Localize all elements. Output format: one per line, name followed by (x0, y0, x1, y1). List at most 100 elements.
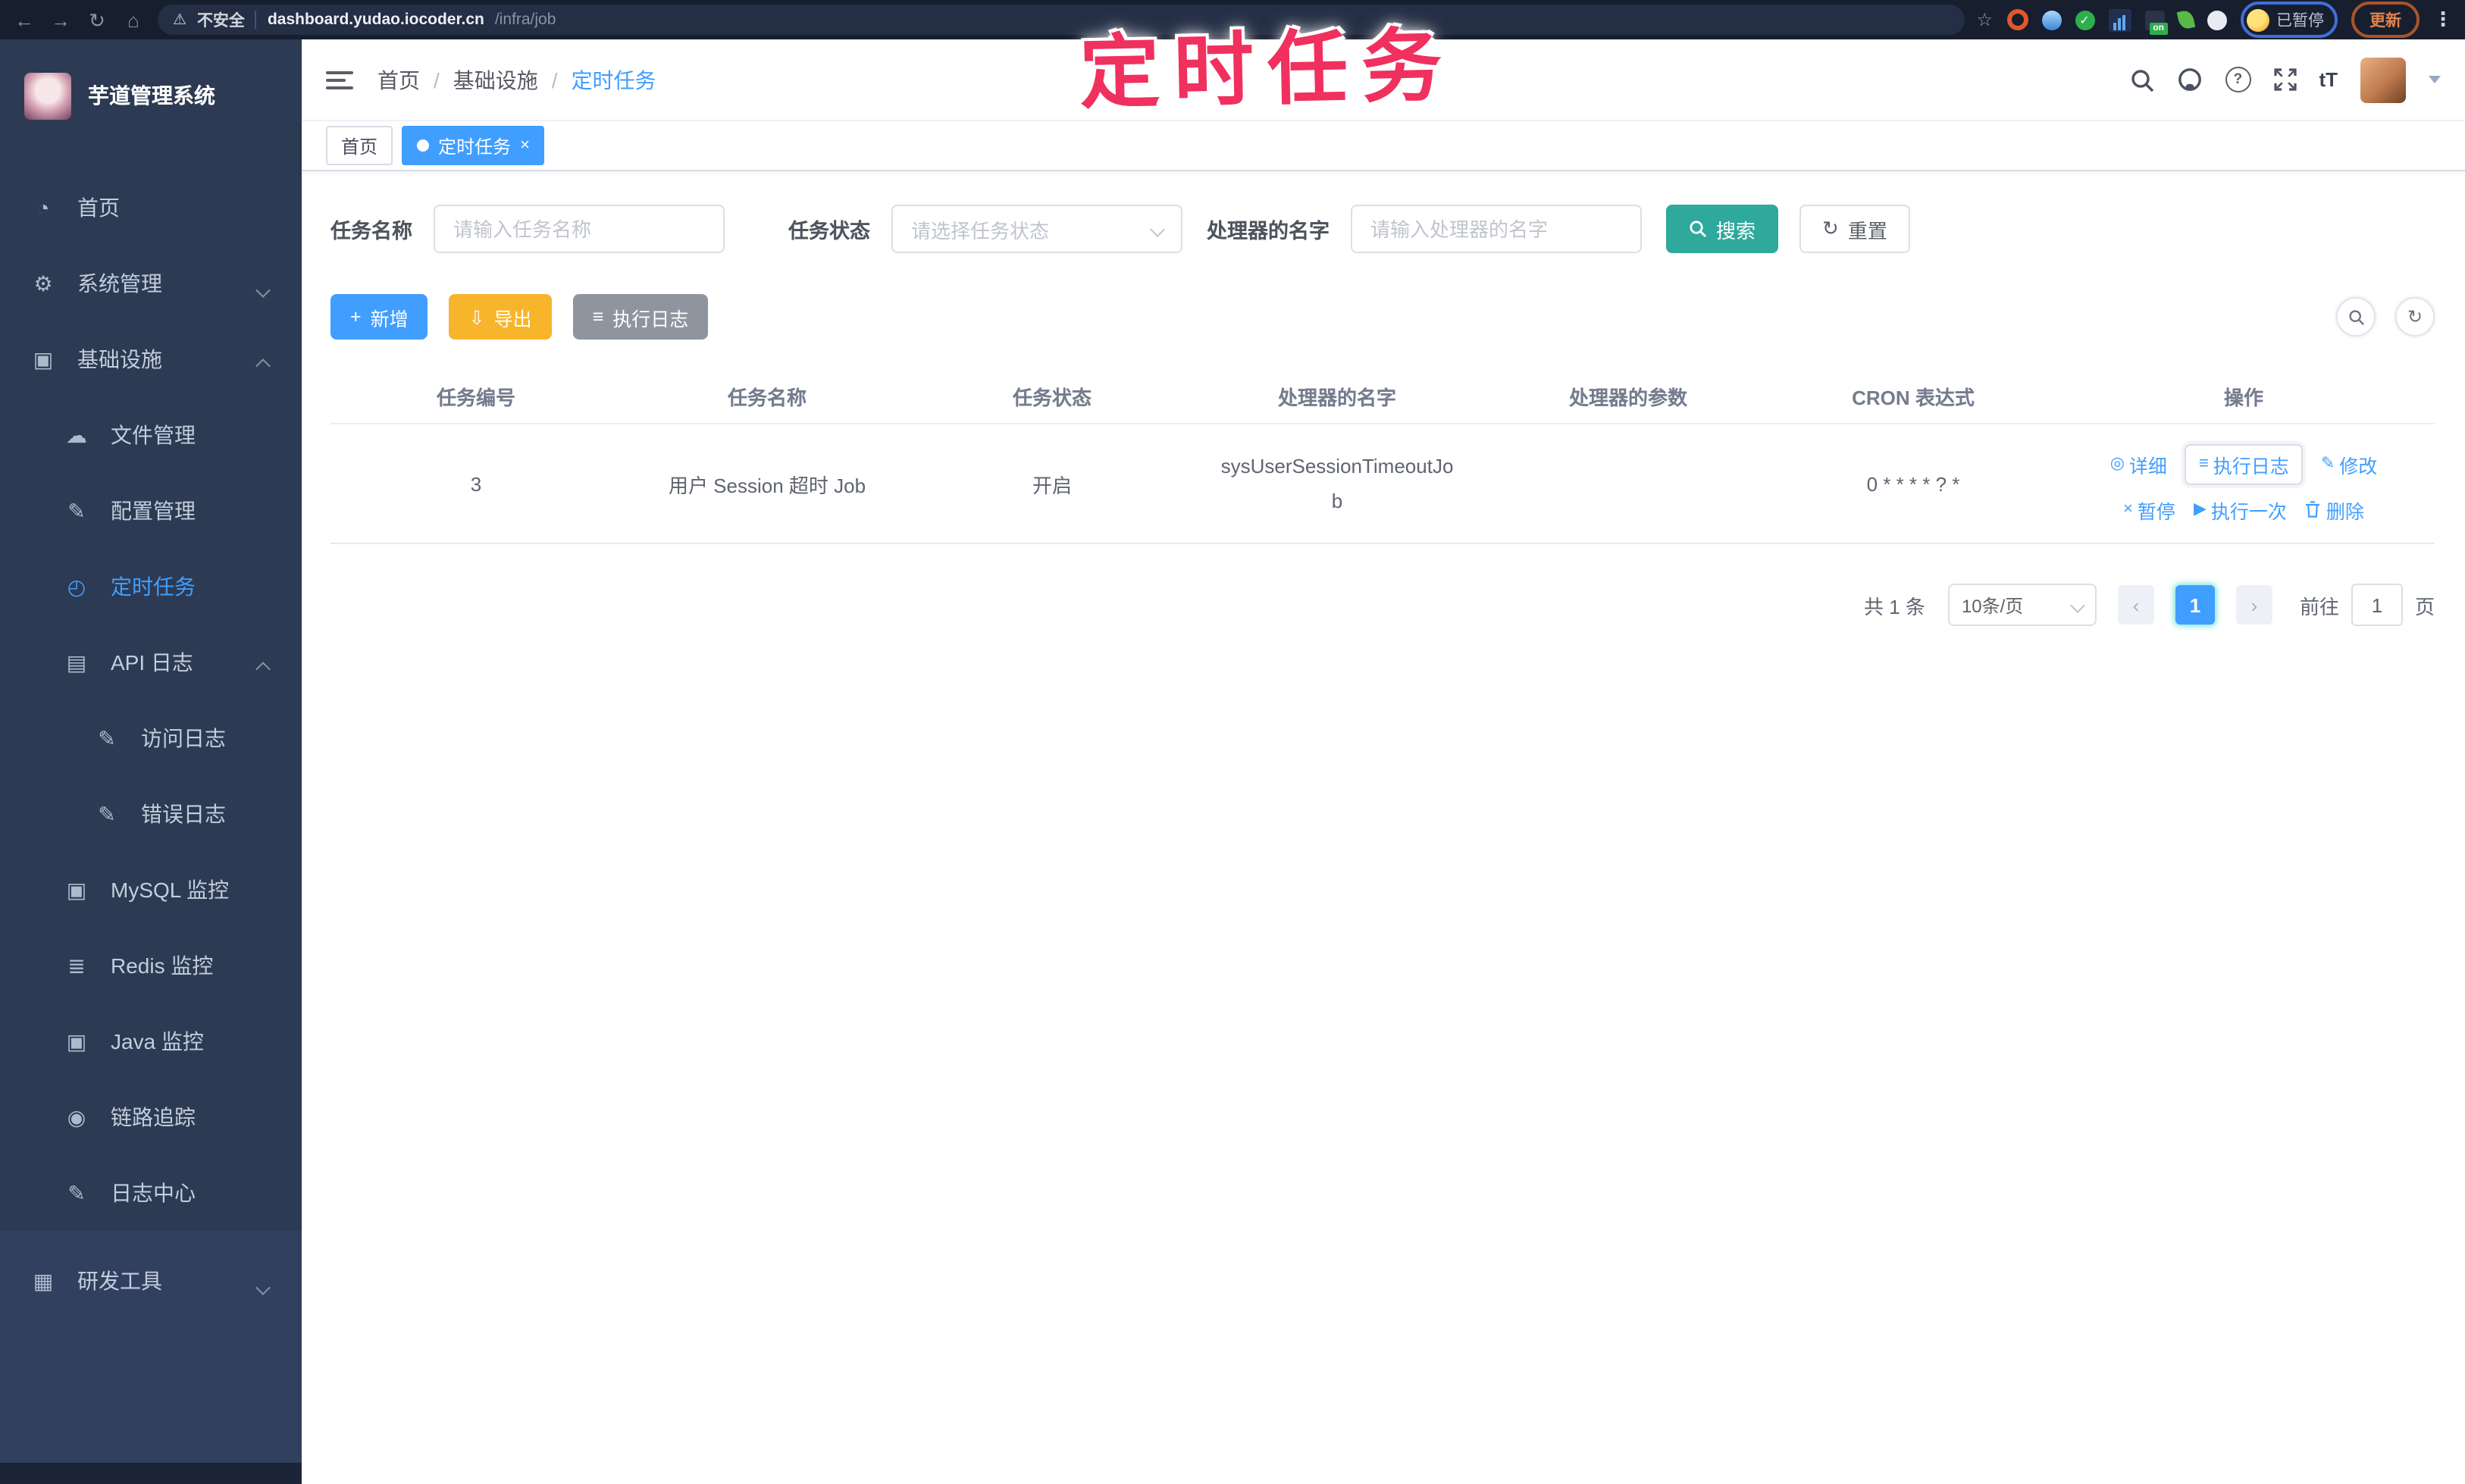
goto-page-input[interactable] (2351, 584, 2403, 626)
trash-icon (2306, 501, 2320, 518)
extensions-puzzle-icon[interactable] (2207, 10, 2226, 30)
avatar-caret-down-icon[interactable] (2429, 76, 2441, 83)
profile-paused-badge[interactable]: 已暂停 (2240, 2, 2338, 38)
run-once-link[interactable]: ▶ 执行一次 (2194, 495, 2287, 524)
extension-chart-icon[interactable] (2108, 8, 2131, 31)
browser-forward-icon[interactable]: → (49, 10, 73, 30)
sidebar-item-home[interactable]: ◔ 首页 (0, 170, 302, 246)
sidebar-item-label: 链路追踪 (111, 1105, 196, 1129)
sidebar-item-mysql-monitor[interactable]: ▣ MySQL 监控 (0, 852, 302, 928)
active-tag-dot (417, 139, 430, 152)
list-icon: ≡ (2198, 454, 2209, 472)
browser-menu-kebab-icon[interactable]: ⋮ (2433, 8, 2453, 32)
export-button[interactable]: ⇩ 导出 (449, 294, 552, 340)
sidebar-item-infra[interactable]: ▣ 基础设施 (0, 321, 302, 397)
extension-blue-drop-icon[interactable] (2041, 10, 2061, 30)
breadcrumb-infra[interactable]: 基础设施 (453, 64, 538, 95)
address-bar[interactable]: ⚠ 不安全 dashboard.yudao.iocoder.cn /infra/… (158, 5, 1965, 35)
edit-link[interactable]: ✎ 修改 (2321, 449, 2377, 478)
sidebar-item-api-log[interactable]: ▤ API 日志 (0, 625, 302, 700)
bookmark-star-icon[interactable]: ☆ (1976, 9, 1993, 30)
sidebar-item-tracing[interactable]: ◉ 链路追踪 (0, 1079, 302, 1155)
sidebar-item-dev-tools[interactable]: ▦ 研发工具 (0, 1243, 302, 1319)
github-icon[interactable] (2176, 67, 2202, 92)
prev-page-button[interactable]: ‹ (2117, 585, 2154, 625)
font-size-icon[interactable]: tT (2319, 68, 2338, 91)
help-icon[interactable]: ? (2225, 67, 2251, 92)
page-size-select[interactable]: 10条/页 (1947, 584, 2097, 626)
sidebar-item-label: 文件管理 (111, 423, 196, 447)
tags-view-bar: 首页 定时任务 × (302, 121, 2465, 171)
search-button-icon (1690, 221, 1706, 237)
not-secure-warning-icon: ⚠ (173, 11, 186, 28)
profile-emoji-avatar (2246, 8, 2269, 31)
dashboard-icon: ◔ (36, 196, 50, 220)
sidebar-footer-strip (0, 1463, 302, 1484)
top-navbar: 首页 / 基础设施 / 定时任务 ? tT (302, 39, 2465, 121)
edit-icon: ✎ (98, 801, 116, 825)
select-caret-icon (2070, 597, 2085, 612)
browser-reload-icon[interactable]: ↻ (85, 10, 109, 30)
sidebar-item-config-manage[interactable]: ✎ 配置管理 (0, 473, 302, 549)
extension-green-check-icon[interactable]: ✓ (2075, 10, 2094, 30)
list-icon: ≡ (592, 306, 604, 327)
next-page-button[interactable]: › (2235, 585, 2272, 625)
sidebar-item-java-monitor[interactable]: ▣ Java 监控 (0, 1003, 302, 1079)
eye-icon: ◉ (67, 1104, 86, 1129)
reset-refresh-icon: ↻ (1822, 217, 1839, 240)
plus-icon: + (350, 306, 362, 327)
browser-back-icon[interactable]: ← (12, 10, 36, 30)
breadcrumb: 首页 / 基础设施 / 定时任务 (377, 64, 656, 95)
search-button[interactable]: 搜索 (1666, 205, 1779, 253)
gear-icon: ⚙ (33, 271, 53, 295)
toggle-search-button[interactable] (2336, 297, 2376, 337)
sidebar-item-error-log[interactable]: ✎ 错误日志 (0, 776, 302, 852)
row-job-log-link[interactable]: ≡ 执行日志 (2185, 443, 2303, 484)
sidebar-item-log-center[interactable]: ✎ 日志中心 (0, 1155, 302, 1231)
search-icon[interactable] (2129, 67, 2153, 92)
sidebar-item-label: MySQL 监控 (111, 878, 230, 902)
sidebar-item-label: 日志中心 (111, 1181, 196, 1205)
extension-leaf-icon[interactable] (2175, 9, 2195, 30)
sidebar-item-file-manage[interactable]: ☁ 文件管理 (0, 397, 302, 473)
extension-on-badge-icon[interactable]: on (2144, 10, 2167, 34)
app-logo[interactable]: 芋道管理系统 (0, 39, 302, 146)
sidebar-item-label: 研发工具 (77, 1269, 162, 1293)
sidebar-item-access-log[interactable]: ✎ 访问日志 (0, 700, 302, 776)
refresh-table-button[interactable]: ↻ (2395, 297, 2435, 337)
eye-icon: ◎ (2110, 454, 2125, 472)
log-icon: ▤ (66, 650, 87, 674)
sidebar-collapse-icon[interactable] (326, 70, 353, 89)
cell-actions: ◎ 详细 ≡ 执行日志 ✎ 修改 × 暂停 ▶ 执行一次 删除 (2053, 443, 2435, 524)
sidebar-item-label: 首页 (77, 196, 120, 220)
breadcrumb-home[interactable]: 首页 (377, 64, 420, 95)
fullscreen-icon[interactable] (2273, 68, 2297, 91)
browser-home-icon[interactable]: ⌂ (121, 10, 146, 30)
handler-name-input[interactable] (1351, 205, 1642, 253)
tag-close-icon[interactable]: × (520, 136, 530, 154)
col-job-id: 任务编号 (436, 386, 515, 409)
screen: ← → ↻ ⌂ ⚠ 不安全 dashboard.yudao.iocoder.cn… (0, 0, 2465, 1484)
url-path: /infra/job (494, 11, 556, 29)
add-button[interactable]: + 新增 (330, 294, 428, 340)
job-log-button[interactable]: ≡ 执行日志 (572, 294, 709, 340)
browser-update-button[interactable]: 更新 (2351, 2, 2420, 38)
page-1-button[interactable]: 1 (2175, 585, 2215, 625)
tag-home[interactable]: 首页 (326, 126, 393, 165)
extension-orange-ring-icon[interactable] (2006, 9, 2028, 30)
sidebar-item-redis-monitor[interactable]: ≣ Redis 监控 (0, 928, 302, 1003)
monitor-icon: ▣ (66, 877, 87, 901)
sidebar-item-system[interactable]: ⚙ 系统管理 (0, 246, 302, 321)
chevron-up-icon (255, 358, 271, 374)
reset-button[interactable]: ↻ 重置 (1799, 205, 1910, 253)
url-host: dashboard.yudao.iocoder.cn (267, 11, 484, 29)
tag-scheduled-jobs[interactable]: 定时任务 × (402, 126, 545, 165)
sidebar-item-scheduled-jobs[interactable]: ◴ 定时任务 (0, 549, 302, 625)
paused-label: 已暂停 (2276, 11, 2324, 30)
detail-link[interactable]: ◎ 详细 (2110, 449, 2167, 478)
pause-link[interactable]: × 暂停 (2123, 495, 2175, 524)
delete-link[interactable]: 删除 (2305, 495, 2364, 524)
user-avatar[interactable] (2360, 57, 2406, 102)
job-name-input[interactable] (434, 205, 725, 253)
job-status-select[interactable]: 请选择任务状态 (891, 205, 1182, 253)
